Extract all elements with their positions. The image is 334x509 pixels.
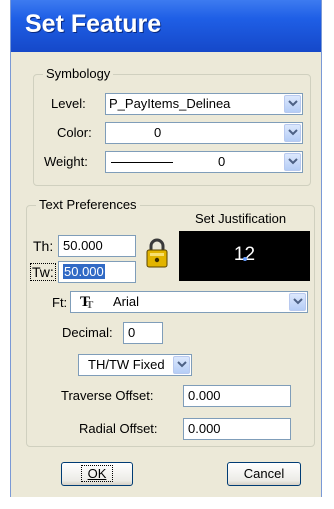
traverse-offset-value: 0.000 (188, 388, 221, 403)
title-bar[interactable]: Set Feature (11, 0, 321, 52)
lock-icon[interactable] (146, 238, 168, 268)
level-label: Level: (51, 96, 86, 111)
chevron-down-icon[interactable] (173, 356, 190, 374)
color-dropdown[interactable]: 0 (105, 122, 303, 144)
tw-label: Tw: (30, 263, 56, 281)
ft-label: Ft: (52, 295, 68, 310)
justification-anchor-icon (243, 257, 247, 261)
th-label: Th: (33, 238, 54, 254)
weight-value: 0 (218, 154, 226, 169)
color-label: Color: (57, 125, 92, 140)
traverse-offset-label: Traverse Offset: (61, 388, 154, 403)
color-value: 0 (154, 125, 162, 140)
radial-offset-input[interactable]: 0.000 (183, 418, 291, 440)
th-value: 50.000 (63, 238, 103, 253)
symbology-group: Symbology Level: P_PayItems_Delinea Colo… (33, 66, 311, 186)
cancel-button[interactable]: Cancel (227, 462, 301, 486)
text-mode-value: TH/TW Fixed (88, 357, 165, 372)
chevron-down-icon[interactable] (289, 293, 306, 311)
truetype-font-icon-secondary: T (86, 299, 94, 311)
decimal-value: 0 (128, 325, 136, 340)
level-value: P_PayItems_Delinea (109, 96, 231, 111)
window-title: Set Feature (25, 10, 162, 38)
chevron-down-icon[interactable] (284, 95, 301, 113)
weight-dropdown[interactable]: 0 (105, 151, 303, 173)
ok-button-label: OK (80, 465, 114, 482)
set-feature-dialog: Set Feature Symbology Level: P_PayItems_… (10, 0, 322, 497)
chevron-down-icon[interactable] (284, 124, 301, 142)
level-dropdown[interactable]: P_PayItems_Delinea (105, 93, 303, 115)
text-preferences-group: Text Preferences Set Justification Th: 5… (26, 197, 315, 447)
chevron-down-icon[interactable] (284, 153, 301, 171)
justification-value: 12 (233, 244, 256, 265)
radial-offset-value: 0.000 (188, 421, 221, 436)
text-preferences-legend: Text Preferences (36, 197, 140, 212)
text-mode-dropdown[interactable]: TH/TW Fixed (78, 354, 192, 376)
tw-input[interactable]: 50.000 (58, 261, 136, 283)
font-dropdown[interactable]: T T Arial (70, 291, 308, 313)
justification-display[interactable]: 12 (179, 231, 310, 281)
font-value: Arial (113, 294, 140, 309)
tw-value: 50.000 (63, 264, 105, 279)
decimal-input[interactable]: 0 (123, 322, 163, 344)
set-justification-label: Set Justification (195, 211, 287, 226)
th-input[interactable]: 50.000 (58, 235, 136, 257)
cancel-button-label: Cancel (243, 466, 285, 481)
ok-button[interactable]: OK (61, 462, 133, 486)
symbology-legend: Symbology (43, 66, 114, 81)
traverse-offset-input[interactable]: 0.000 (183, 385, 291, 407)
decimal-label: Decimal: (62, 325, 113, 340)
line-weight-sample (111, 162, 173, 163)
weight-label: Weight: (44, 154, 88, 169)
radial-offset-label: Radial Offset: (79, 421, 158, 436)
